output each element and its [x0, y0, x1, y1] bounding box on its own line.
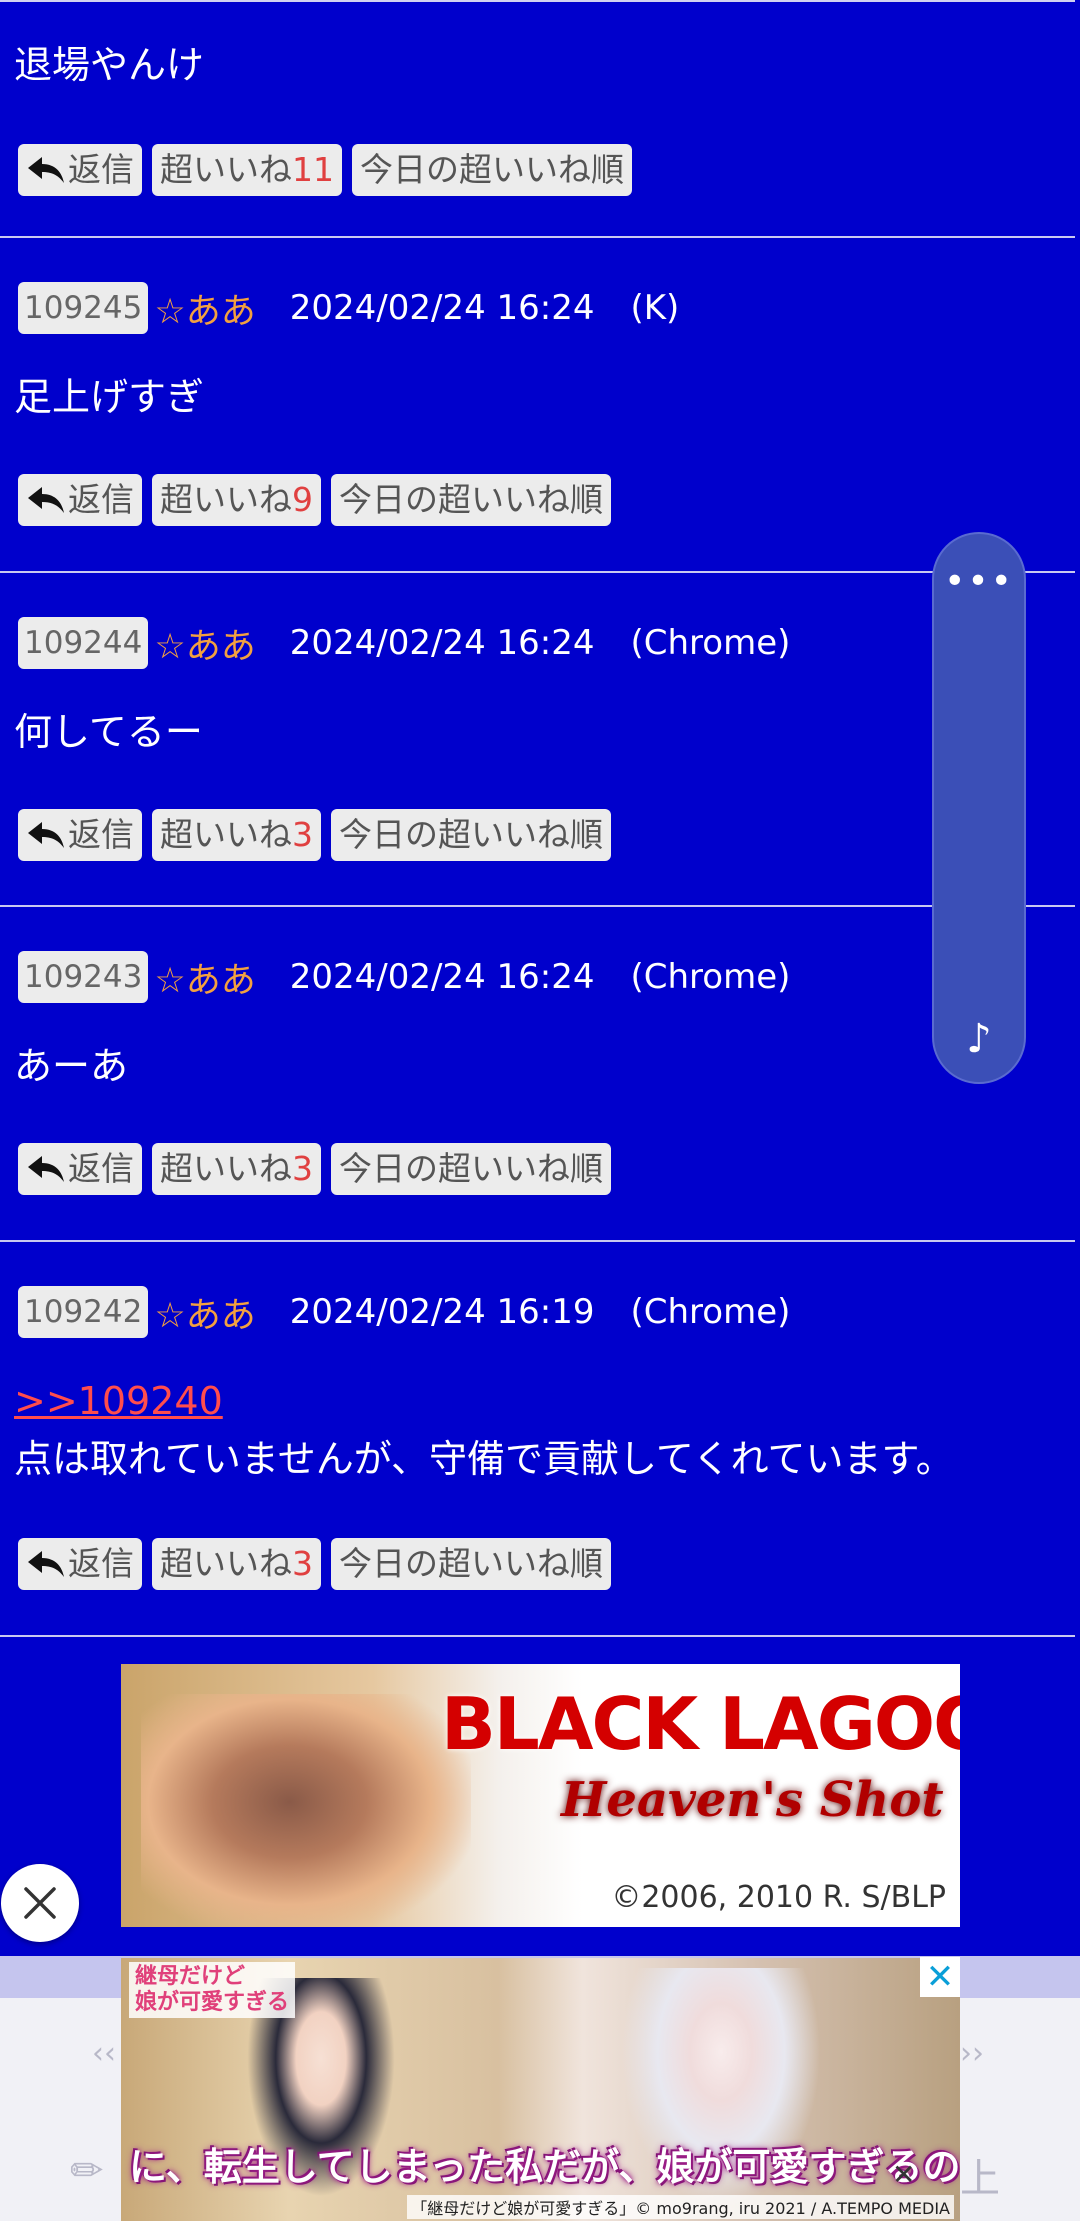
- post-header: 109245 ☆ああ 2024/02/24 16:24 (K): [18, 282, 679, 334]
- like-button[interactable]: 超いいね 9: [152, 474, 321, 526]
- today-sort-button[interactable]: 今日の超いいね順: [331, 809, 611, 861]
- ad-copyright: ©2006, 2010 R. S/BLP: [611, 1880, 946, 1915]
- today-sort-button[interactable]: 今日の超いいね順: [352, 144, 632, 196]
- reply-button[interactable]: 返信: [18, 474, 142, 526]
- like-button[interactable]: 超いいね 3: [152, 809, 321, 861]
- today-sort-button[interactable]: 今日の超いいね順: [331, 474, 611, 526]
- like-button[interactable]: 超いいね 3: [152, 1538, 321, 1590]
- ad-mute-icon[interactable]: ✕: [892, 2158, 915, 2191]
- close-ad-button[interactable]: [1, 1864, 79, 1942]
- reply-label: 返信: [68, 1544, 134, 1583]
- like-count: 3: [292, 815, 313, 854]
- like-label: 超いいね: [160, 1149, 292, 1188]
- post-user-agent: (Chrome): [630, 623, 791, 663]
- post-header: 109242 ☆ああ 2024/02/24 16:19 (Chrome): [18, 1286, 790, 1338]
- post-item: 109243 ☆ああ 2024/02/24 16:24 (Chrome) あーあ…: [0, 907, 1075, 1242]
- post-body-text: 点は取れていませんが、守備で貢献してくれています。: [14, 1437, 954, 1481]
- post-body: >>109240 点は取れていませんが、守備で貢献してくれています。: [14, 1372, 954, 1488]
- post-actions: 返信 超いいね 3 今日の超いいね順: [18, 1538, 611, 1590]
- ad-title: BLACK LAGOON: [441, 1682, 960, 1766]
- like-label: 超いいね: [160, 150, 292, 189]
- like-count: 3: [292, 1544, 313, 1583]
- reply-label: 返信: [68, 150, 134, 189]
- next-page-link[interactable]: ››: [960, 2036, 984, 2071]
- reply-arrow-icon: [28, 1156, 64, 1182]
- ad-character-image: [141, 1694, 471, 1927]
- post-user-agent: (Chrome): [630, 1292, 791, 1332]
- ad-title-badge: 継母だけど 娘が可愛すぎる: [129, 1962, 296, 2018]
- ad-subtitle: Heaven's Shot: [561, 1772, 944, 1828]
- post-author: ☆ああ: [154, 291, 256, 332]
- post-item: 退場やんけ 返信 超いいね 11 今日の超いいね順: [0, 0, 1075, 238]
- bottom-overlay-ad[interactable]: 継母だけど 娘が可愛すぎる に、転生してしまった私だが、娘が可愛すぎるので 「継…: [121, 1958, 960, 2221]
- post-actions: 返信 超いいね 3 今日の超いいね順: [18, 809, 611, 861]
- reply-button[interactable]: 返信: [18, 144, 142, 196]
- post-body: 何してるー: [14, 710, 203, 754]
- post-item: 109244 ☆ああ 2024/02/24 16:24 (Chrome) 何して…: [0, 573, 1075, 907]
- ellipsis-icon[interactable]: •••: [934, 564, 1024, 600]
- post-author: ☆ああ: [154, 1295, 256, 1336]
- today-sort-button[interactable]: 今日の超いいね順: [331, 1538, 611, 1590]
- music-note-icon[interactable]: ♪: [934, 1016, 1024, 1062]
- post-body: あーあ: [14, 1044, 129, 1088]
- post-date: 2024/02/24 16:19: [289, 1292, 595, 1332]
- pencil-icon[interactable]: ✏: [70, 2148, 104, 2194]
- like-label: 超いいね: [160, 815, 292, 854]
- post-number[interactable]: 109245: [18, 282, 149, 334]
- like-label: 超いいね: [160, 1544, 292, 1583]
- post-item: 109245 ☆ああ 2024/02/24 16:24 (K) 足上げすぎ 返信…: [0, 238, 1075, 573]
- ad-caption: に、転生してしまった私だが、娘が可愛すぎるので: [129, 2145, 960, 2189]
- post-number[interactable]: 109242: [18, 1286, 149, 1338]
- post-item: 109242 ☆ああ 2024/02/24 16:19 (Chrome) >>1…: [0, 1242, 1075, 1637]
- reply-label: 返信: [68, 815, 134, 854]
- close-icon: [24, 1887, 56, 1919]
- reply-button[interactable]: 返信: [18, 809, 142, 861]
- post-actions: 返信 超いいね 3 今日の超いいね順: [18, 1143, 611, 1195]
- scroll-top-link[interactable]: 上: [960, 2146, 1000, 2204]
- like-button[interactable]: 超いいね 3: [152, 1143, 321, 1195]
- post-date: 2024/02/24 16:24: [289, 288, 595, 328]
- reply-arrow-icon: [28, 822, 64, 848]
- prev-page-link[interactable]: ‹‹: [92, 2036, 116, 2071]
- like-count: 3: [292, 1149, 313, 1188]
- banner-ad[interactable]: BLACK LAGOON Heaven's Shot ©2006, 2010 R…: [121, 1664, 960, 1927]
- post-actions: 返信 超いいね 9 今日の超いいね順: [18, 474, 611, 526]
- like-button[interactable]: 超いいね 11: [152, 144, 342, 196]
- post-date: 2024/02/24 16:24: [289, 957, 595, 997]
- reply-arrow-icon: [28, 487, 64, 513]
- post-body: 退場やんけ: [14, 43, 205, 87]
- post-body: 足上げすぎ: [14, 375, 205, 419]
- ad-copyright: 「継母だけど娘が可愛すぎる」© mo9rang, iru 2021 / A.TE…: [407, 2195, 954, 2219]
- reply-button[interactable]: 返信: [18, 1538, 142, 1590]
- post-user-agent: (K): [630, 288, 680, 328]
- post-author: ☆ああ: [154, 626, 256, 667]
- post-actions: 返信 超いいね 11 今日の超いいね順: [18, 144, 632, 196]
- post-user-agent: (Chrome): [630, 957, 791, 997]
- post-number[interactable]: 109243: [18, 951, 149, 1003]
- ad-close-icon[interactable]: ✕: [920, 1957, 960, 1997]
- reply-label: 返信: [68, 480, 134, 519]
- post-author: ☆ああ: [154, 960, 256, 1001]
- floating-side-widget[interactable]: ••• ♪: [932, 532, 1026, 1084]
- post-number[interactable]: 109244: [18, 617, 149, 669]
- reply-button[interactable]: 返信: [18, 1143, 142, 1195]
- post-header: 109243 ☆ああ 2024/02/24 16:24 (Chrome): [18, 951, 790, 1003]
- post-date: 2024/02/24 16:24: [289, 623, 595, 663]
- reply-arrow-icon: [28, 157, 64, 183]
- reply-label: 返信: [68, 1149, 134, 1188]
- post-header: 109244 ☆ああ 2024/02/24 16:24 (Chrome): [18, 617, 790, 669]
- like-label: 超いいね: [160, 480, 292, 519]
- reply-arrow-icon: [28, 1551, 64, 1577]
- like-count: 11: [292, 150, 334, 189]
- like-count: 9: [292, 480, 313, 519]
- reply-anchor-link[interactable]: >>109240: [14, 1372, 954, 1430]
- today-sort-button[interactable]: 今日の超いいね順: [331, 1143, 611, 1195]
